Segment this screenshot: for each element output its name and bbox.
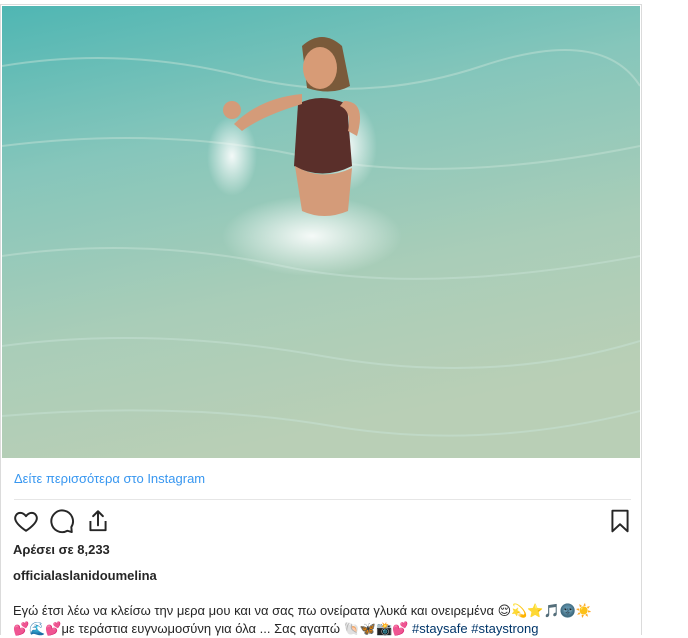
caption-line-1: Εγώ έτσι λέω να κλείσω την μερα μου και …	[13, 603, 593, 618]
post-caption: Εγώ έτσι λέω να κλείσω την μερα μου και …	[13, 602, 633, 638]
comment-icon[interactable]	[49, 508, 75, 534]
beach-photo-image	[2, 6, 640, 458]
view-more-on-instagram-link[interactable]: Δείτε περισσότερα στο Instagram	[14, 471, 205, 486]
share-icon[interactable]	[85, 508, 111, 534]
instagram-embed-card: Δείτε περισσότερα στο Instagram Αρέσει σ…	[0, 4, 642, 638]
caption-line-2: 💕🌊💕με τεράστια ευγνωμοσύνη για όλα ... Σ…	[13, 620, 633, 638]
divider	[14, 499, 631, 500]
bookmark-icon[interactable]	[607, 508, 633, 534]
post-photo[interactable]	[2, 6, 640, 458]
heart-icon[interactable]	[13, 508, 39, 534]
post-username[interactable]: officialaslanidoumelina	[13, 568, 157, 583]
likes-count[interactable]: Αρέσει σε 8,233	[13, 542, 110, 557]
